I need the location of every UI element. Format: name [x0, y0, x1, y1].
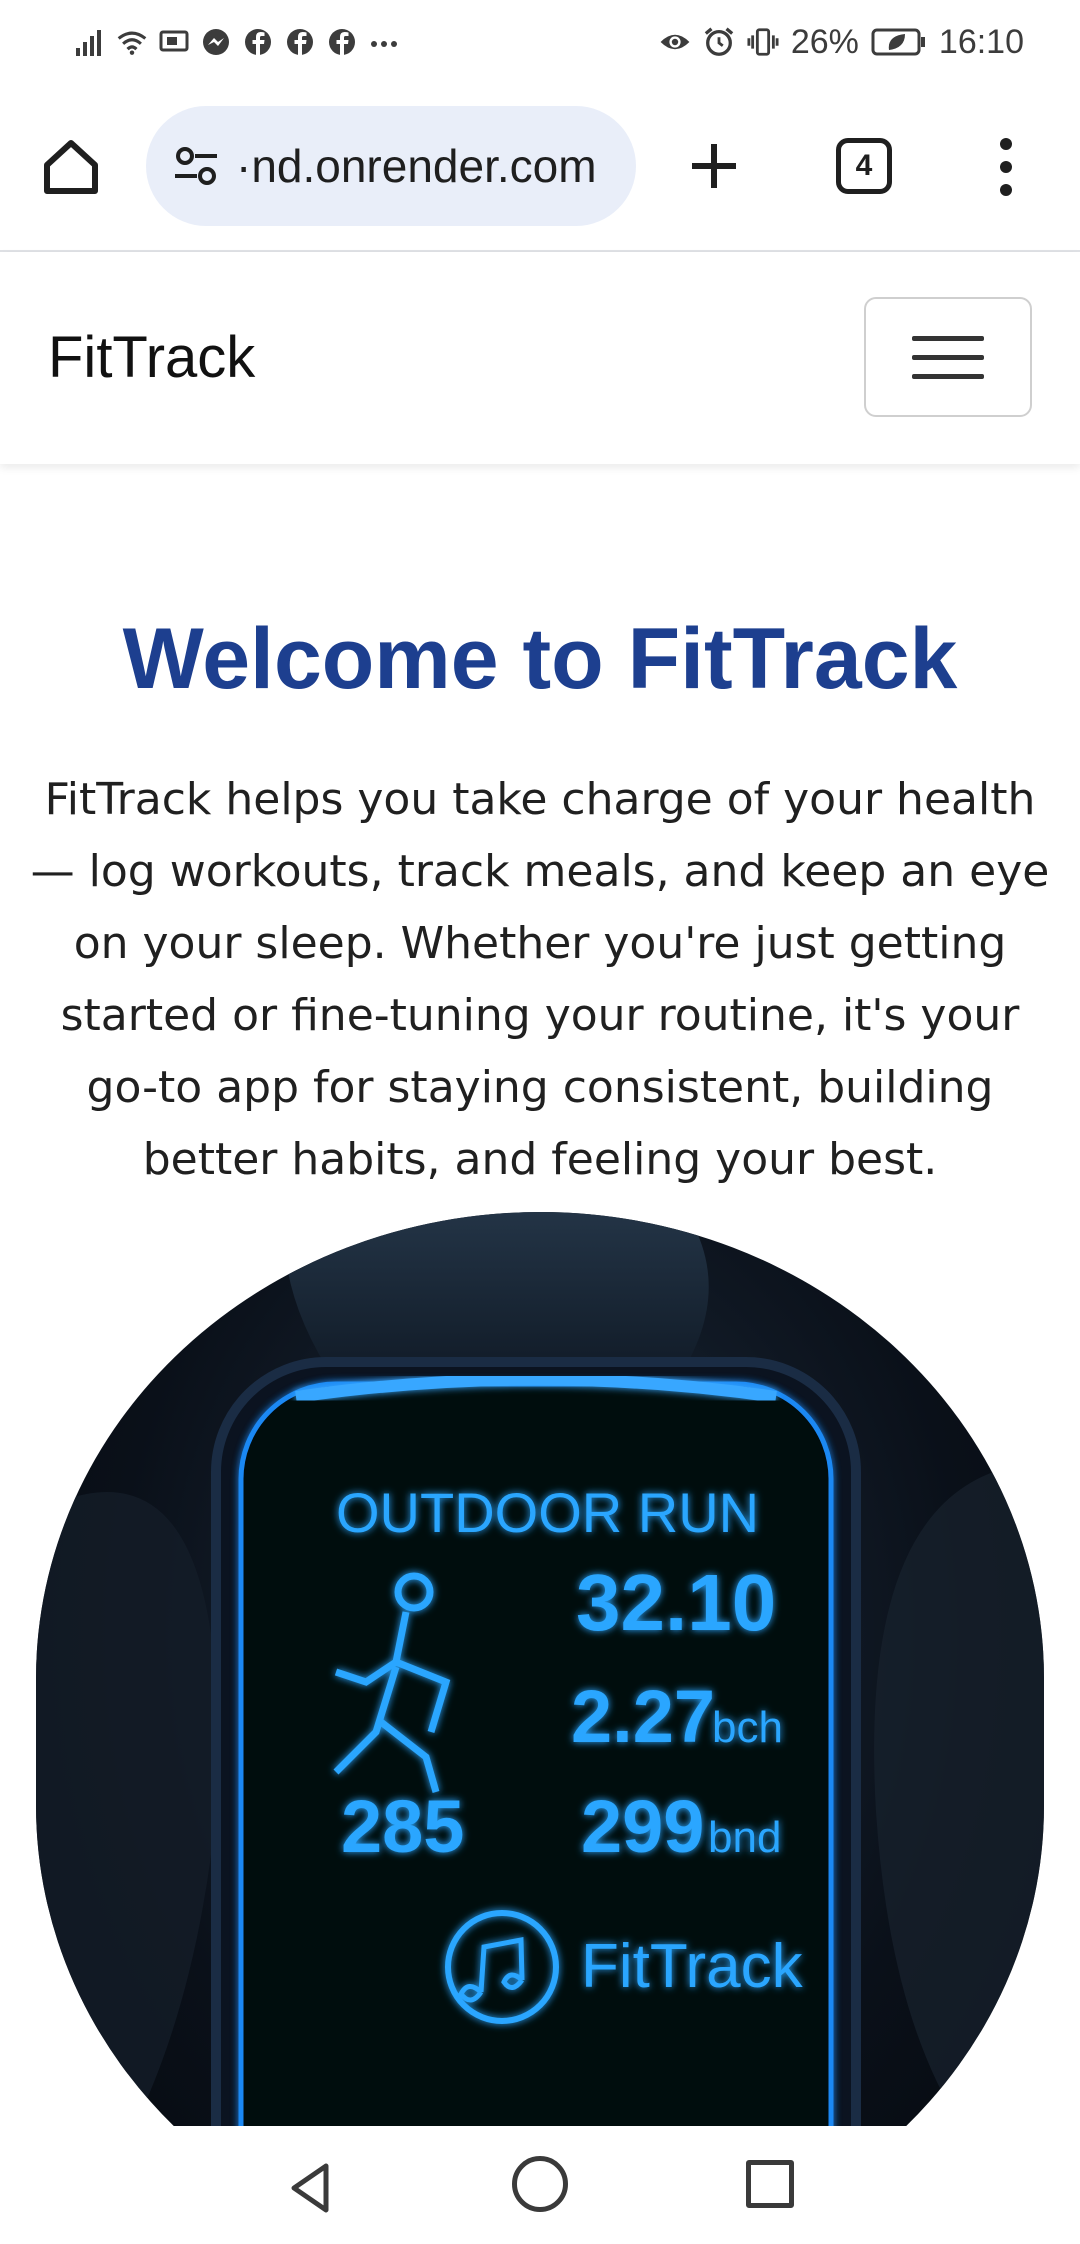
facebook-icon: [242, 26, 274, 58]
menu-dot: [1000, 184, 1012, 196]
wifi-icon: [116, 26, 148, 58]
battery-percent: 26%: [790, 23, 859, 61]
clock-time: 16:10: [938, 23, 1024, 61]
browser-menu-button[interactable]: [986, 130, 1026, 204]
alarm-icon: [703, 26, 735, 58]
messenger-icon: [200, 26, 232, 58]
navbar-brand[interactable]: FitTrack: [48, 324, 255, 391]
vibrate-icon: [747, 26, 779, 58]
home-circle-button[interactable]: [512, 2156, 568, 2212]
plus-icon: [692, 144, 736, 188]
home-button[interactable]: [34, 130, 108, 204]
main-content: Welcome to FitTrack FitTrack helps you t…: [0, 464, 1080, 2126]
address-bar[interactable]: ·nd.onrender.com: [146, 106, 636, 226]
back-triangle-icon: [291, 2163, 329, 2213]
app-navbar: FitTrack: [0, 252, 1080, 464]
recents-button[interactable]: [746, 2160, 794, 2208]
hamburger-line: [912, 373, 984, 379]
navbar-toggler-button[interactable]: [864, 297, 1032, 417]
metric-3-value: 285: [341, 1785, 464, 1868]
url-text[interactable]: ·nd.onrender.com: [236, 139, 597, 193]
metric-2-unit: bch: [712, 1703, 783, 1752]
hero-image: OUTDOOR RUN 32.10 2.27 bch 285 299 bnd F…: [36, 1212, 1044, 2126]
menu-dot: [1000, 161, 1012, 173]
back-button[interactable]: [282, 2158, 342, 2218]
browser-toolbar: ·nd.onrender.com 4: [0, 84, 1080, 252]
metric-4-unit: bnd: [708, 1813, 781, 1862]
hamburger-line: [912, 335, 984, 341]
battery-icon: [871, 26, 927, 58]
status-right-icons: 26% 16:10: [659, 18, 1024, 66]
site-settings-icon[interactable]: [166, 136, 226, 196]
intro-paragraph: FitTrack helps you take charge of your h…: [30, 774, 1050, 1185]
watch-brand: FitTrack: [581, 1932, 804, 2001]
metric-1-value: 32.10: [576, 1558, 776, 1647]
menu-dot: [1000, 138, 1012, 150]
facebook-icon: [326, 26, 358, 58]
new-tab-button[interactable]: [680, 128, 748, 204]
cast-icon: [158, 26, 190, 58]
signal-icon: [74, 26, 106, 58]
watch-screen-title: OUTDOOR RUN: [336, 1481, 759, 1544]
facebook-icon: [284, 26, 316, 58]
metric-4-value: 299: [581, 1785, 704, 1868]
eye-icon: [659, 26, 691, 58]
status-left-icons: [74, 18, 400, 66]
tab-switcher-button[interactable]: 4: [836, 138, 892, 194]
status-bar: 26% 16:10: [0, 0, 1080, 84]
system-navigation-bar: [0, 2126, 1080, 2244]
page-title: Welcome to FitTrack: [122, 611, 958, 707]
hamburger-line: [912, 354, 984, 360]
metric-2-value: 2.27: [571, 1675, 715, 1758]
more-dots-icon: [368, 26, 400, 58]
home-icon: [44, 140, 98, 194]
smartwatch-illustration: OUTDOOR RUN 32.10 2.27 bch 285 299 bnd F…: [36, 1212, 1044, 2126]
